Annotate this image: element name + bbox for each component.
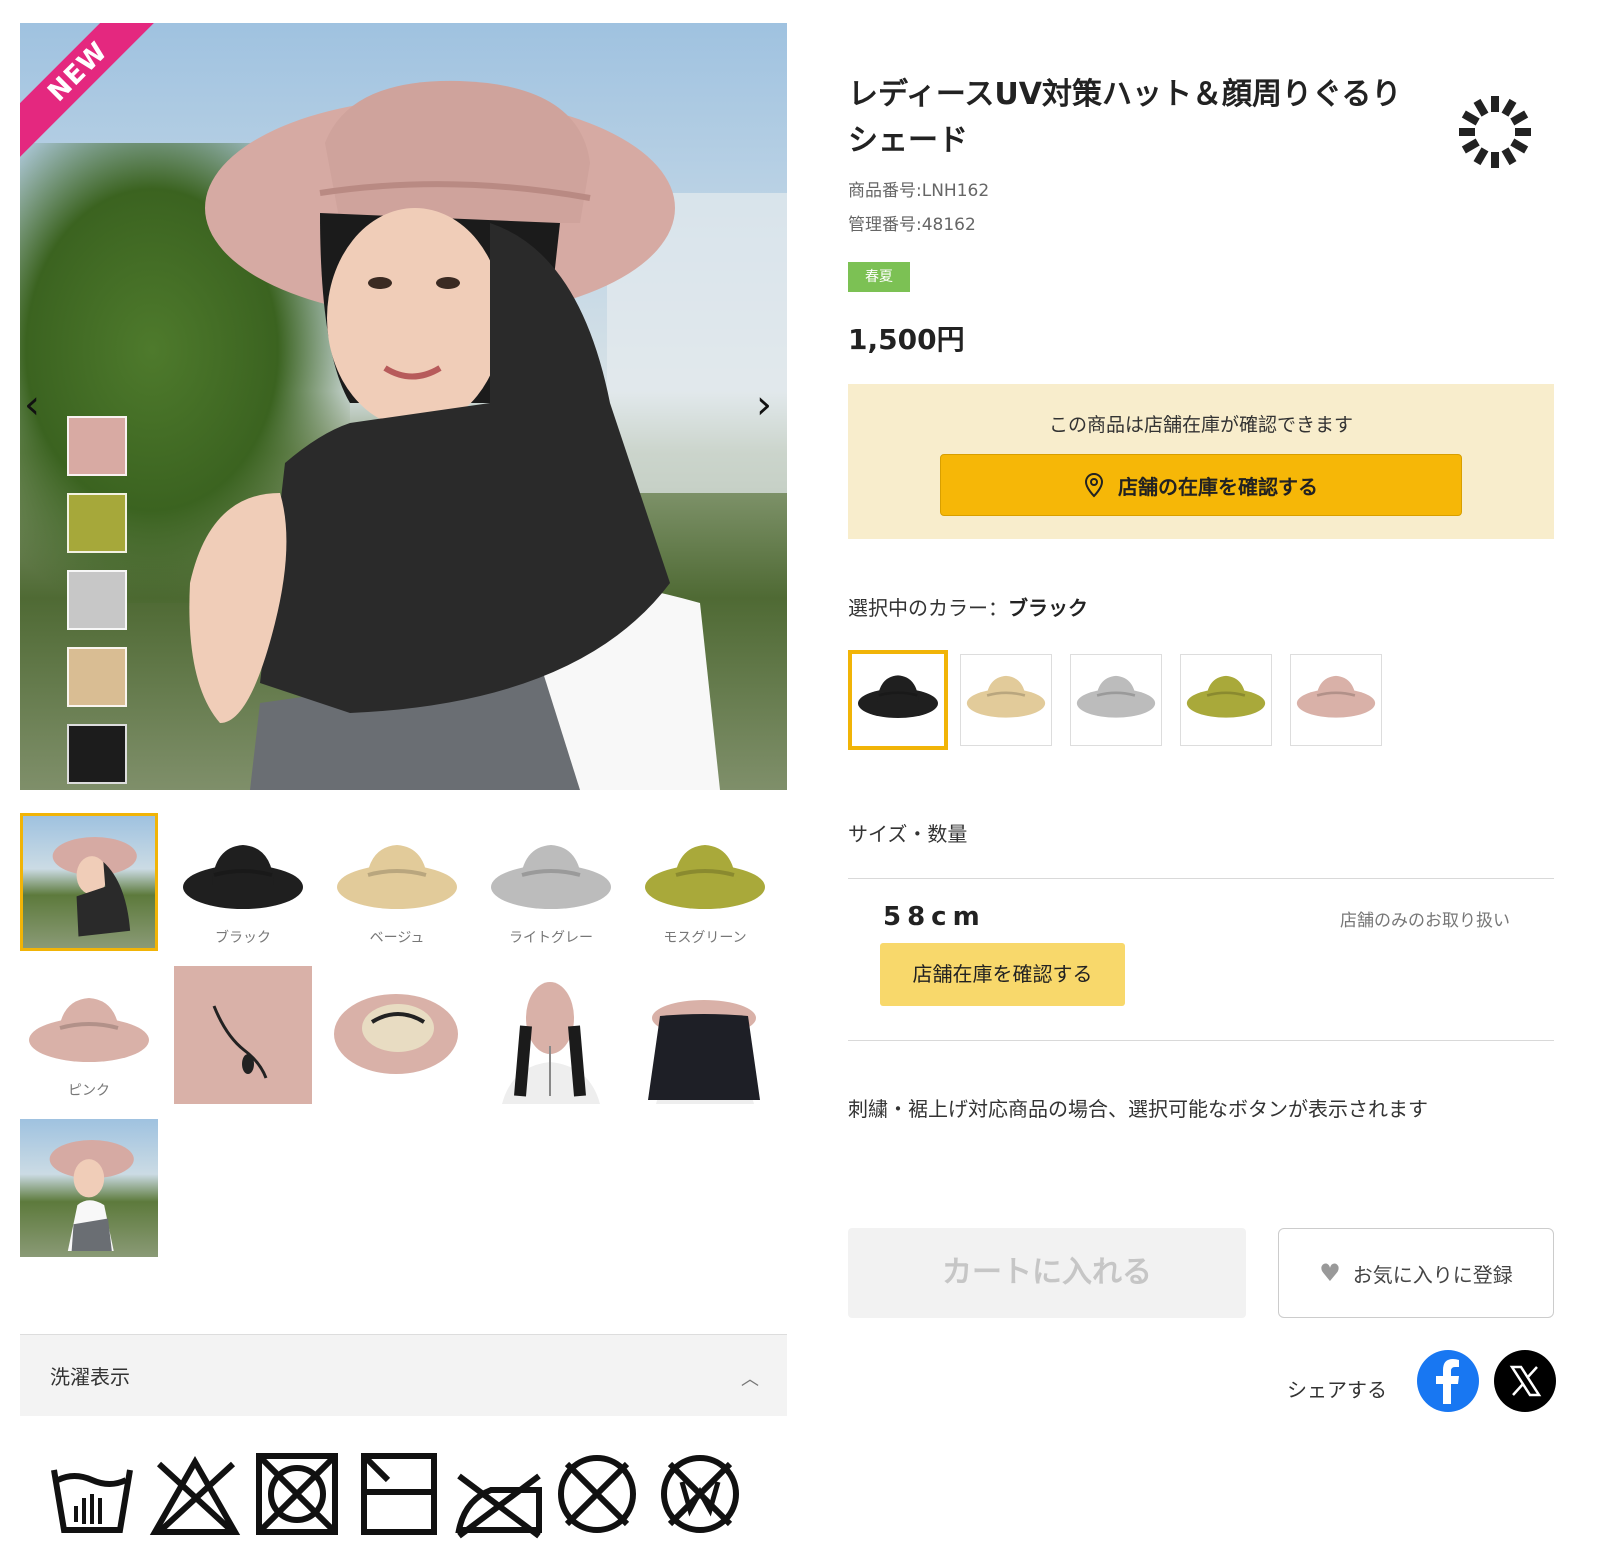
location-pin-icon	[1084, 472, 1104, 498]
no-iron-icon	[455, 1473, 542, 1539]
facebook-icon[interactable]	[1417, 1350, 1479, 1412]
check-store-stock-label: 店舗の在庫を確認する	[1118, 474, 1318, 499]
thumbnail-mannequin-back[interactable]	[636, 966, 774, 1104]
thumbnail-model-2[interactable]	[20, 1119, 158, 1257]
management-number: 管理番号:48162	[848, 215, 976, 235]
selected-color-prefix: 選択中のカラー：	[848, 596, 1008, 620]
thumbnail-hat[interactable]: ライトグレー	[482, 813, 620, 951]
thumbnail-hat[interactable]: モスグリーン	[636, 813, 774, 951]
divider	[848, 878, 1554, 879]
thumbnail-label: ブラック	[215, 930, 271, 946]
product-price: 1,500円	[848, 323, 965, 356]
no-bleach-icon	[149, 1455, 241, 1535]
prev-image-arrow[interactable]: ‹	[24, 385, 48, 425]
model-photo	[189, 80, 720, 790]
thumbnail-hat[interactable]: ピンク	[20, 966, 158, 1104]
thumbnail-mannequin-front[interactable]	[482, 966, 620, 1104]
color-swatch[interactable]	[1290, 654, 1382, 746]
image-swatch	[67, 416, 127, 476]
image-swatch	[67, 647, 127, 707]
selected-color-label: 選択中のカラー：ブラック	[848, 592, 1088, 621]
no-tumble-dry-icon	[256, 1453, 338, 1535]
add-to-cart-button[interactable]: カートに入れる	[848, 1228, 1246, 1318]
favorite-label: お気に入りに登録	[1352, 1262, 1513, 1287]
thumbnail-detail-cord[interactable]	[174, 966, 312, 1104]
x-twitter-icon[interactable]	[1494, 1350, 1556, 1412]
thumbnail-label: ベージュ	[369, 930, 425, 946]
thumbnail-hat[interactable]: ベージュ	[328, 813, 466, 951]
thumbnail-detail-inside[interactable]	[328, 966, 466, 1104]
next-image-arrow[interactable]: ›	[756, 385, 780, 425]
main-product-image[interactable]: NEW	[20, 23, 787, 790]
share-label: シェアする	[1287, 1378, 1387, 1402]
store-only-note: 店舗のみのお取り扱い	[1340, 911, 1510, 931]
laundry-section-title: 洗濯表示	[50, 1365, 130, 1389]
image-color-swatches	[67, 416, 129, 790]
product-title: レディースUV対策ハット＆顔周りぐるりシェード	[848, 77, 1402, 158]
thumbnail-label: ピンク	[68, 1083, 110, 1099]
check-store-stock-button[interactable]: 店舗の在庫を確認する	[940, 454, 1462, 516]
thumbnail-label: ライトグレー	[509, 930, 593, 946]
no-wet-clean-icon	[661, 1455, 739, 1533]
no-dry-clean-icon	[558, 1455, 636, 1533]
size-check-store-stock-button[interactable]: 店舗在庫を確認する	[880, 943, 1125, 1006]
size-value: 58cm	[883, 902, 986, 932]
color-swatch[interactable]	[848, 650, 948, 750]
laundry-symbols	[51, 1453, 739, 1539]
season-badge: 春夏	[848, 262, 910, 292]
hand-wash-icon	[51, 1469, 133, 1533]
chevron-up-icon: ︿	[741, 1369, 759, 1390]
selected-color-value: ブラック	[1008, 596, 1088, 620]
image-swatch	[67, 570, 127, 630]
thumbnail-model[interactable]	[20, 813, 158, 951]
thumbnail-hat[interactable]: ブラック	[174, 813, 312, 951]
product-number: 商品番号:LNH162	[848, 181, 990, 201]
size-quantity-label: サイズ・数量	[848, 822, 968, 846]
embroidery-note: 刺繍・裾上げ対応商品の場合、選択可能なボタンが表示されます	[848, 1097, 1428, 1121]
image-swatch	[67, 724, 127, 784]
color-swatch[interactable]	[960, 654, 1052, 746]
loading-spinner-icon	[1459, 96, 1531, 168]
color-swatch[interactable]	[1070, 654, 1162, 746]
color-swatch[interactable]	[1180, 654, 1272, 746]
divider	[848, 1040, 1554, 1041]
thumbnail-label: モスグリーン	[663, 930, 747, 946]
laundry-section-header[interactable]: 洗濯表示 ︿	[20, 1334, 787, 1416]
heart-icon: ♥	[1319, 1259, 1341, 1287]
add-to-favorites-button[interactable]: ♥ お気に入りに登録	[1278, 1228, 1554, 1318]
image-swatch	[67, 493, 127, 553]
line-dry-shade-icon	[361, 1453, 437, 1535]
store-stock-note: この商品は店舗在庫が確認できます	[1048, 414, 1353, 436]
store-stock-panel: この商品は店舗在庫が確認できます 店舗の在庫を確認する	[848, 384, 1554, 539]
